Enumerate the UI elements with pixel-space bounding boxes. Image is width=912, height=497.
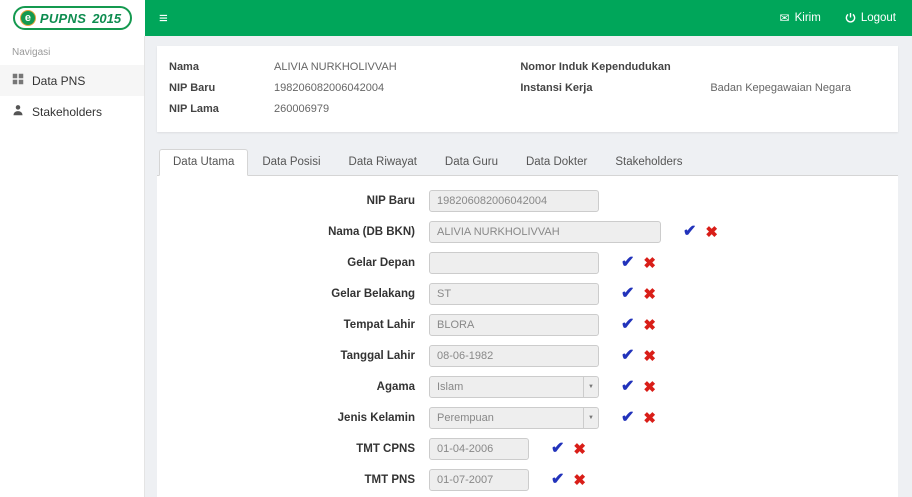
summary-label-instansi: Instansi Kerja	[520, 82, 593, 94]
gelar-depan-field[interactable]	[429, 252, 599, 274]
summary-value-nip-lama: 260006979	[274, 103, 330, 115]
sidebar-item-stakeholders[interactable]: Stakeholders	[0, 96, 144, 127]
sidebar-title: Navigasi	[12, 47, 51, 58]
form-row-nama: Nama (DB BKN) ✔ ✖	[157, 221, 898, 243]
form-row-tmt-cpns: TMT CPNS ✔ ✖	[157, 438, 898, 460]
app-logo: e PUPNS 2015	[12, 6, 133, 30]
field-label-nama: Nama (DB BKN)	[328, 226, 415, 238]
top-bar: e PUPNS 2015 ≡ ✉ Kirim Logout	[0, 0, 912, 36]
form-row-gelar-depan: Gelar Depan ✔ ✖	[157, 252, 898, 274]
approve-check-icon[interactable]: ✔	[683, 224, 696, 240]
main-content: Nama ALIVIA NURKHOLIVVAH NIP Baru 198206…	[145, 36, 912, 497]
brand-area: e PUPNS 2015	[0, 0, 145, 36]
person-icon	[12, 104, 24, 119]
reject-x-icon[interactable]: ✖	[643, 318, 656, 333]
logo-e-icon: e	[19, 10, 36, 26]
form-row-gelar-belakang: Gelar Belakang ✔ ✖	[157, 283, 898, 305]
summary-value-instansi: Badan Kepegawaian Negara	[710, 82, 851, 94]
summary-label-nik: Nomor Induk Kependudukan	[520, 61, 671, 73]
reject-x-icon[interactable]: ✖	[573, 442, 586, 457]
tempat-lahir-field[interactable]	[429, 314, 599, 336]
tmt-pns-field[interactable]	[429, 469, 529, 491]
reject-x-icon[interactable]: ✖	[643, 380, 656, 395]
approve-check-icon[interactable]: ✔	[551, 472, 564, 488]
envelope-icon: ✉	[779, 11, 790, 25]
sidebar: Navigasi Data PNS Stakeholders	[0, 36, 145, 497]
approve-check-icon[interactable]: ✔	[621, 379, 634, 395]
approve-check-icon[interactable]: ✔	[621, 410, 634, 426]
hamburger-menu-icon[interactable]: ≡	[145, 11, 182, 26]
approve-check-icon[interactable]: ✔	[621, 348, 634, 364]
reject-x-icon[interactable]: ✖	[643, 256, 656, 271]
summary-label-nama: Nama	[169, 61, 199, 73]
brand-name: PUPNS	[39, 10, 87, 26]
logout-button[interactable]: Logout	[845, 12, 896, 25]
field-label-tmt-pns: TMT PNS	[364, 474, 415, 486]
field-label-nip-baru: NIP Baru	[366, 195, 415, 207]
tab-data-guru[interactable]: Data Guru	[431, 149, 512, 176]
approve-check-icon[interactable]: ✔	[621, 255, 634, 271]
tab-data-posisi[interactable]: Data Posisi	[248, 149, 334, 176]
field-label-tempat-lahir: Tempat Lahir	[343, 319, 415, 331]
form-row-tmt-pns: TMT PNS ✔ ✖	[157, 469, 898, 491]
field-label-tmt-cpns: TMT CPNS	[356, 443, 415, 455]
reject-x-icon[interactable]: ✖	[643, 287, 656, 302]
employee-summary-card: Nama ALIVIA NURKHOLIVVAH NIP Baru 198206…	[157, 46, 898, 132]
sidebar-item-data-pns[interactable]: Data PNS	[0, 65, 144, 96]
gelar-belakang-field[interactable]	[429, 283, 599, 305]
jenis-kelamin-select[interactable]: Perempuan ▼	[429, 407, 599, 429]
summary-value-nama: ALIVIA NURKHOLIVVAH	[274, 61, 397, 73]
field-label-jenis-kelamin: Jenis Kelamin	[337, 412, 415, 424]
reject-x-icon[interactable]: ✖	[573, 473, 586, 488]
chevron-down-icon: ▼	[583, 408, 598, 428]
agama-select[interactable]: Islam ▼	[429, 376, 599, 398]
logout-label: Logout	[860, 12, 896, 24]
form-row-nip-baru: NIP Baru	[157, 190, 898, 212]
data-utama-form: NIP Baru Nama (DB BKN) ✔ ✖ Gelar Depan ✔…	[157, 176, 898, 497]
sidebar-item-label: Stakeholders	[32, 104, 103, 119]
form-row-jenis-kelamin: Jenis Kelamin Perempuan ▼ ✔ ✖	[157, 407, 898, 429]
sidebar-item-label: Data PNS	[32, 73, 86, 88]
tab-stakeholders[interactable]: Stakeholders	[601, 149, 696, 176]
approve-check-icon[interactable]: ✔	[621, 286, 634, 302]
summary-row: Instansi Kerja Badan Kepegawaian Negara	[520, 78, 886, 99]
tab-data-utama[interactable]: Data Utama	[159, 149, 249, 176]
reject-x-icon[interactable]: ✖	[643, 349, 656, 364]
tab-data-dokter[interactable]: Data Dokter	[512, 149, 601, 176]
field-label-gelar-belakang: Gelar Belakang	[331, 288, 415, 300]
tmt-cpns-field[interactable]	[429, 438, 529, 460]
reject-x-icon[interactable]: ✖	[705, 225, 718, 240]
form-row-tempat-lahir: Tempat Lahir ✔ ✖	[157, 314, 898, 336]
kirim-button[interactable]: ✉ Kirim	[780, 12, 821, 24]
form-row-agama: Agama Islam ▼ ✔ ✖	[157, 376, 898, 398]
nama-field[interactable]	[429, 221, 661, 243]
form-row-tanggal-lahir: Tanggal Lahir ✔ ✖	[157, 345, 898, 367]
summary-row: Nama ALIVIA NURKHOLIVVAH	[169, 57, 520, 78]
agama-selected-value: Islam	[437, 381, 464, 393]
kirim-label: Kirim	[794, 12, 821, 24]
summary-label-nip-baru: NIP Baru	[169, 82, 216, 94]
tanggal-lahir-field[interactable]	[429, 345, 599, 367]
chevron-down-icon: ▼	[583, 377, 598, 397]
approve-check-icon[interactable]: ✔	[621, 317, 634, 333]
field-label-tanggal-lahir: Tanggal Lahir	[340, 350, 415, 362]
reject-x-icon[interactable]: ✖	[643, 411, 656, 426]
brand-year: 2015	[92, 10, 122, 26]
field-label-gelar-depan: Gelar Depan	[347, 257, 415, 269]
jenis-kelamin-selected-value: Perempuan	[437, 412, 494, 424]
tab-bar: Data Utama Data Posisi Data Riwayat Data…	[157, 149, 898, 176]
grid-icon	[12, 73, 24, 88]
power-icon	[845, 12, 856, 25]
summary-row: Nomor Induk Kependudukan	[520, 57, 886, 78]
summary-row: NIP Lama 260006979	[169, 99, 520, 120]
nip-baru-field[interactable]	[429, 190, 599, 212]
field-label-agama: Agama	[376, 381, 415, 393]
tab-data-riwayat[interactable]: Data Riwayat	[335, 149, 431, 176]
summary-label-nip-lama: NIP Lama	[169, 103, 219, 115]
summary-value-nip-baru: 198206082006042004	[274, 82, 385, 94]
approve-check-icon[interactable]: ✔	[551, 441, 564, 457]
summary-row: NIP Baru 198206082006042004	[169, 78, 520, 99]
